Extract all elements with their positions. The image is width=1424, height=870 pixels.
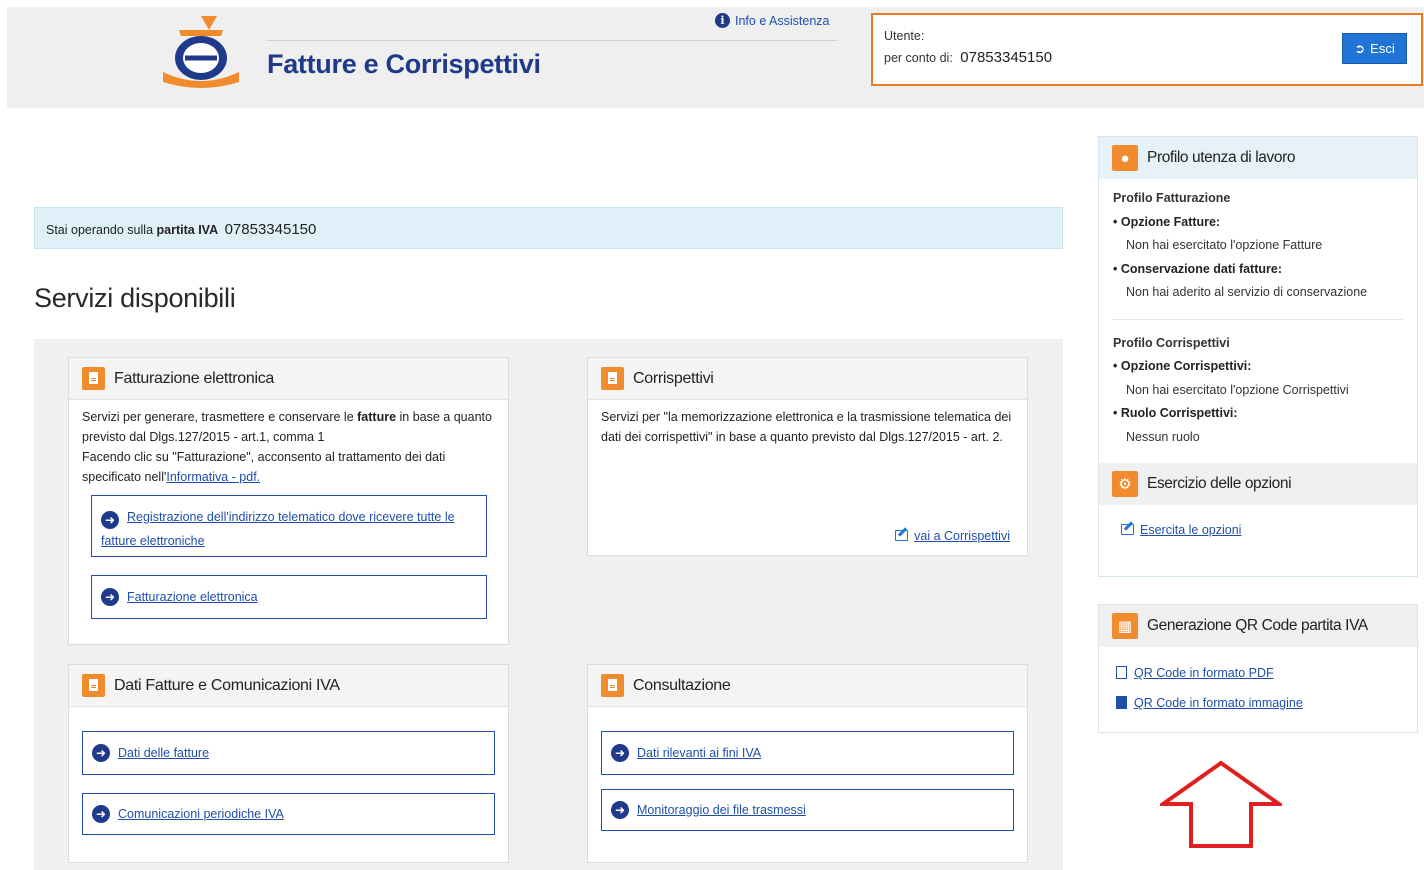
esercita-opzioni-label: Esercita le opzioni [1140, 523, 1242, 537]
info-assistenza-label: Info e Assistenza [735, 13, 830, 28]
card-description: Servizi per generare, trasmettere e cons… [69, 400, 508, 497]
informativa-pdf-link[interactable]: Informativa - pdf. [166, 470, 260, 484]
info-icon: i [715, 13, 730, 28]
opzione-fatture-label: • Opzione Fatture: [1113, 214, 1221, 229]
user-label: Utente: [884, 29, 925, 43]
registrazione-indirizzo-button[interactable]: ➜ Registrazione dell'indirizzo telematico… [91, 495, 487, 557]
red-up-arrow-icon [1160, 760, 1282, 848]
conto-row: per conto di: 07853345150 [884, 49, 1052, 66]
dati-rilevanti-iva-button[interactable]: ➜ Dati rilevanti ai fini IVA [601, 731, 1014, 775]
ruolo-corrispettivi-label: • Ruolo Corrispettivi: [1113, 406, 1238, 420]
arrow-right-circle-icon: ➜ [611, 744, 629, 762]
card-header: Dati Fatture e Comunicazioni IVA [69, 665, 508, 707]
profilo-corrispettivi: Profilo Corrispettivi • Opzione Corrispe… [1099, 320, 1417, 450]
image-icon [1116, 696, 1127, 709]
partita-iva-notice: Stai operando sulla partita IVA 07853345… [34, 207, 1063, 249]
qr-header: ▦ Generazione QR Code partita IVA [1099, 605, 1417, 647]
qr-icon: ▦ [1112, 613, 1138, 639]
document-icon [82, 674, 105, 697]
edit-icon [895, 530, 909, 541]
card-corrispettivi: Corrispettivi Servizi per "la memorizzaz… [587, 357, 1028, 556]
card-title: Corrispettivi [633, 369, 714, 387]
opzione-corrispettivi-label: • Opzione Corrispettivi: [1113, 359, 1252, 373]
dati-fatture-button[interactable]: ➜ Dati delle fatture [82, 731, 495, 775]
fatturazione-desc-1: Servizi per generare, trasmettere e cons… [82, 410, 492, 444]
profilo-fatturazione-heading: Profilo Fatturazione [1113, 191, 1231, 205]
esercita-opzioni-link[interactable]: Esercita le opzioni [1099, 505, 1417, 539]
ruolo-corrispettivi-value: Nessun ruolo [1126, 429, 1200, 444]
qr-panel: ▦ Generazione QR Code partita IVA QR Cod… [1098, 604, 1418, 733]
card-title: Consultazione [633, 676, 731, 694]
qr-title: Generazione QR Code partita IVA [1147, 617, 1368, 634]
pdf-icon [1116, 666, 1127, 679]
logout-icon: ➲ [1354, 40, 1366, 56]
qr-pdf-label: QR Code in formato PDF [1134, 666, 1274, 680]
conto-label: per conto di: [884, 51, 953, 65]
profilo-corrispettivi-heading: Profilo Corrispettivi [1113, 335, 1230, 350]
logout-label: Esci [1370, 41, 1395, 56]
card-header: Corrispettivi [588, 358, 1027, 400]
fatturazione-desc-2: Facendo clic su "Fatturazione", acconsen… [82, 450, 446, 484]
card-description: Servizi per "la memorizzazione elettroni… [601, 410, 1012, 444]
info-assistenza-link[interactable]: i Info e Assistenza [715, 13, 830, 28]
arrow-right-circle-icon: ➜ [92, 805, 110, 823]
comunicazioni-iva-button[interactable]: ➜ Comunicazioni periodiche IVA [82, 793, 495, 835]
profilo-header: ● Profilo utenza di lavoro [1099, 137, 1417, 179]
document-icon [601, 367, 624, 390]
logout-button[interactable]: ➲ Esci [1342, 33, 1407, 64]
user-box: Utente: per conto di: 07853345150 ➲ Esci [871, 13, 1423, 86]
section-title: Servizi disponibili [34, 283, 236, 313]
card-header: Fatturazione elettronica [69, 358, 508, 400]
card-header: Consultazione [588, 665, 1027, 707]
opzioni-header: ⚙ Esercizio delle opzioni [1099, 463, 1417, 505]
registrazione-indirizzo-label: ➜ Registrazione dell'indirizzo telematico… [101, 510, 455, 548]
fatturazione-elettronica-label: Fatturazione elettronica [127, 590, 258, 604]
opzione-corrispettivi-value: Non hai esercitato l'opzione Corrispetti… [1126, 382, 1349, 397]
profilo-panel: ● Profilo utenza di lavoro Profilo Fattu… [1098, 136, 1418, 577]
arrow-right-circle-icon: ➜ [101, 588, 119, 606]
arrow-right-circle-icon: ➜ [611, 801, 629, 819]
qr-pdf-link[interactable]: QR Code in formato PDF [1099, 647, 1417, 682]
document-icon [82, 367, 105, 390]
vai-corrispettivi-label: vai a Corrispettivi [914, 529, 1010, 543]
monitoraggio-file-label: Monitoraggio dei file trasmessi [637, 803, 806, 817]
dati-rilevanti-iva-label: Dati rilevanti ai fini IVA [637, 746, 762, 760]
edit-icon [1121, 524, 1134, 535]
comunicazioni-iva-label: Comunicazioni periodiche IVA [118, 807, 284, 821]
conservazione-value: Non hai aderito al servizio di conservaz… [1126, 285, 1368, 299]
card-title: Fatturazione elettronica [114, 369, 275, 387]
qr-image-link[interactable]: QR Code in formato immagine [1099, 682, 1417, 712]
opzione-fatture-value: Non hai esercitato l'opzione Fatture [1126, 238, 1323, 252]
card-title: Dati Fatture e Comunicazioni IVA [114, 676, 340, 694]
header-bar: Fatture e Corrispettivi i Info e Assiste… [7, 7, 1424, 108]
conservazione-label: • Conservazione dati fatture: [1113, 261, 1282, 276]
header-divider [267, 40, 837, 41]
profilo-fatturazione: Profilo Fatturazione • Opzione Fatture: … [1099, 179, 1417, 305]
conto-piva: 07853345150 [960, 49, 1053, 66]
profilo-title: Profilo utenza di lavoro [1147, 149, 1296, 166]
notice-bold: partita IVA [156, 223, 219, 237]
arrow-right-circle-icon: ➜ [101, 511, 119, 529]
person-icon: ● [1112, 145, 1138, 171]
dati-fatture-label: Dati delle fatture [118, 746, 210, 760]
notice-prefix: Stai operando sulla [46, 223, 154, 237]
agenzia-entrate-logo [163, 16, 239, 88]
gear-icon: ⚙ [1112, 471, 1138, 497]
opzioni-title: Esercizio delle opzioni [1147, 475, 1292, 492]
qr-image-label: QR Code in formato immagine [1134, 696, 1303, 710]
arrow-right-circle-icon: ➜ [92, 744, 110, 762]
document-icon [601, 674, 624, 697]
fatturazione-elettronica-button[interactable]: ➜ Fatturazione elettronica [91, 575, 487, 619]
notice-piva: 07853345150 [224, 221, 317, 238]
vai-corrispettivi-link[interactable]: vai a Corrispettivi [895, 529, 1010, 543]
monitoraggio-file-button[interactable]: ➜ Monitoraggio dei file trasmessi [601, 789, 1014, 831]
app-title: Fatture e Corrispettivi [267, 49, 541, 79]
